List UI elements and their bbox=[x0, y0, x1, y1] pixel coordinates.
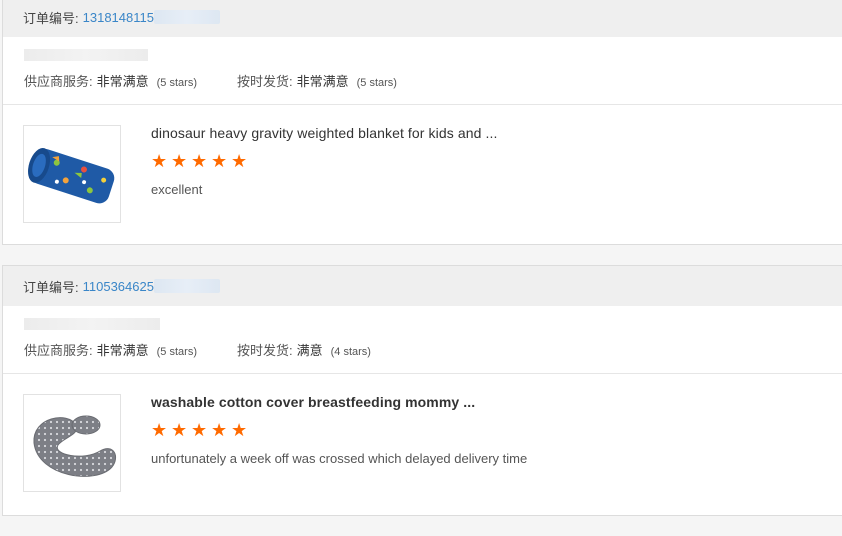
shipping-label: 按时发货: bbox=[236, 74, 293, 89]
star-icon: ★ bbox=[171, 151, 188, 171]
supplier-service-value: 非常满意 bbox=[96, 343, 149, 358]
star-icon: ★ bbox=[211, 151, 228, 171]
supplier-service-stars: (5 stars) bbox=[156, 346, 197, 358]
star-icon: ★ bbox=[231, 420, 248, 440]
review-item: dinosaur heavy gravity weighted blanket … bbox=[3, 105, 842, 245]
shipping-rating-group: 按时发货: 非常满意 (5 stars) bbox=[237, 71, 397, 90]
redacted-seller-name bbox=[24, 318, 160, 330]
supplier-service-value: 非常满意 bbox=[96, 74, 149, 89]
redacted-seller-name bbox=[24, 49, 148, 61]
nursing-pillow-image[interactable] bbox=[23, 394, 121, 492]
shipping-stars: (4 stars) bbox=[330, 346, 371, 358]
order-number-link[interactable]: 1105364625 bbox=[83, 279, 154, 294]
ratings-summary: 供应商服务: 非常满意 (5 stars) 按时发货: 满意 (4 stars) bbox=[24, 340, 371, 359]
star-icon: ★ bbox=[231, 151, 248, 171]
order-number-label: 订单编号: bbox=[23, 279, 79, 295]
shipping-stars: (5 stars) bbox=[356, 77, 397, 89]
star-rating: ★ ★ ★ ★ ★ bbox=[151, 420, 248, 440]
order-number-label: 订单编号: bbox=[23, 10, 79, 26]
order-number-link[interactable]: 1318148115 bbox=[83, 10, 154, 25]
product-title-link[interactable]: washable cotton cover breastfeeding momm… bbox=[151, 394, 475, 410]
ratings-summary: 供应商服务: 非常满意 (5 stars) 按时发货: 非常满意 (5 star… bbox=[24, 71, 397, 90]
order-header: 订单编号: 1105364625 bbox=[3, 266, 842, 306]
supplier-service-label: 供应商服务: bbox=[24, 343, 93, 358]
supplier-service-label: 供应商服务: bbox=[24, 74, 93, 89]
star-icon: ★ bbox=[171, 420, 188, 440]
star-rating: ★ ★ ★ ★ ★ bbox=[151, 151, 248, 171]
shipping-label: 按时发货: bbox=[236, 343, 293, 358]
review-comment: unfortunately a week off was crossed whi… bbox=[151, 451, 528, 466]
product-title-link[interactable]: dinosaur heavy gravity weighted blanket … bbox=[151, 125, 497, 141]
star-icon: ★ bbox=[151, 420, 168, 440]
rolled-dinosaur-blanket-image[interactable] bbox=[23, 125, 121, 223]
shipping-rating-group: 按时发货: 满意 (4 stars) bbox=[237, 340, 371, 359]
supplier-service-stars: (5 stars) bbox=[156, 77, 197, 89]
star-icon: ★ bbox=[211, 420, 228, 440]
order-card: 订单编号: 1105364625 供应商服务: 非常满意 (5 stars) 按… bbox=[2, 265, 842, 516]
star-icon: ★ bbox=[191, 420, 208, 440]
redacted-order-suffix bbox=[153, 279, 220, 293]
review-item: washable cotton cover breastfeeding momm… bbox=[3, 374, 842, 514]
shipping-value: 非常满意 bbox=[296, 74, 349, 89]
seller-rating-row: 供应商服务: 非常满意 (5 stars) 按时发货: 非常满意 (5 star… bbox=[3, 37, 842, 105]
shipping-value: 满意 bbox=[296, 343, 323, 358]
review-comment: excellent bbox=[151, 182, 203, 197]
redacted-order-suffix bbox=[153, 10, 220, 24]
order-header: 订单编号: 1318148115 bbox=[3, 0, 842, 37]
star-icon: ★ bbox=[151, 151, 168, 171]
order-card: 订单编号: 1318148115 供应商服务: 非常满意 (5 stars) 按… bbox=[2, 0, 842, 245]
seller-rating-row: 供应商服务: 非常满意 (5 stars) 按时发货: 满意 (4 stars) bbox=[3, 306, 842, 374]
star-icon: ★ bbox=[191, 151, 208, 171]
